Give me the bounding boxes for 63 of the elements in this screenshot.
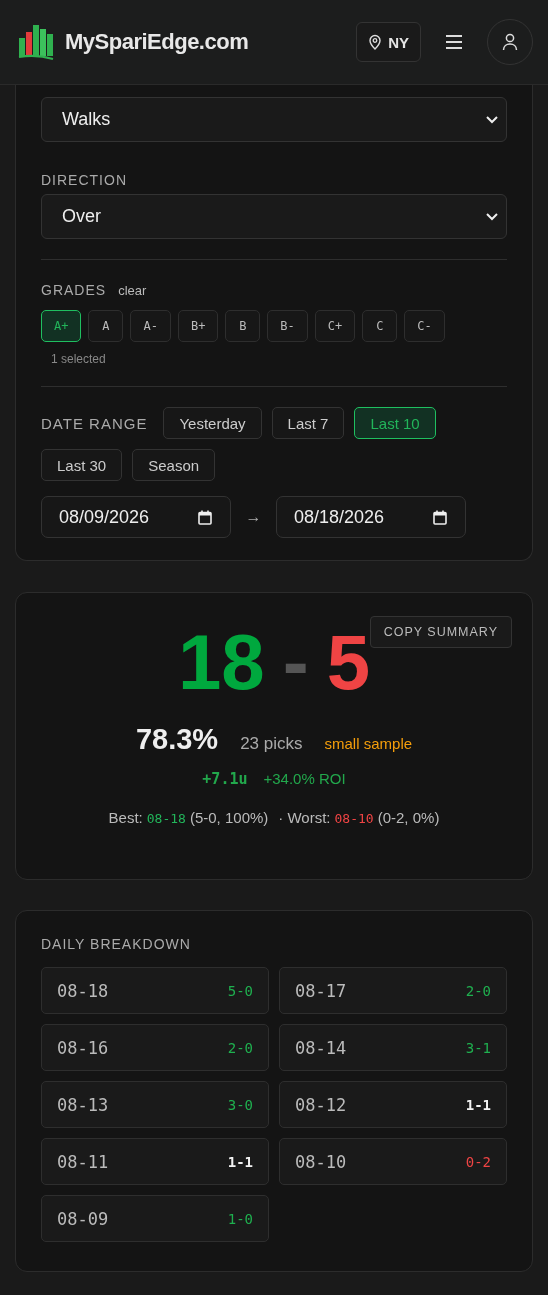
direction-select[interactable]: Over bbox=[41, 194, 507, 239]
chevron-down-icon bbox=[486, 212, 498, 221]
grade-chip[interactable]: B+ bbox=[177, 310, 219, 342]
day-record: 5-0 bbox=[227, 982, 253, 999]
map-pin-icon bbox=[368, 34, 383, 50]
day-date: 08-13 bbox=[57, 1094, 109, 1115]
day-date: 08-11 bbox=[57, 1151, 109, 1172]
calendar-icon bbox=[198, 509, 212, 525]
losses-count: 5 bbox=[326, 623, 371, 701]
grade-chip[interactable]: A+ bbox=[41, 310, 82, 342]
day-record: 1-0 bbox=[227, 1210, 253, 1227]
grade-chip[interactable]: B bbox=[225, 310, 261, 342]
grade-chip[interactable]: C bbox=[362, 310, 398, 342]
menu-icon[interactable] bbox=[445, 35, 463, 49]
section-title: DAILY BREAKDOWN bbox=[41, 936, 192, 952]
site-name[interactable]: MySpariEdge.com bbox=[65, 29, 249, 55]
day-date: 08-16 bbox=[57, 1037, 109, 1058]
day-record: 1-1 bbox=[465, 1096, 491, 1113]
roi-value: +34.0% ROI bbox=[263, 770, 346, 787]
start-date-field[interactable]: 08/09/2026 bbox=[41, 496, 231, 538]
date-preset-button[interactable]: Yesterday bbox=[163, 407, 262, 439]
day-date: 08-09 bbox=[57, 1208, 109, 1229]
day-record: 2-0 bbox=[465, 982, 491, 999]
direction-label: DIRECTION bbox=[41, 172, 128, 188]
chevron-down-icon bbox=[486, 115, 498, 124]
calendar-icon bbox=[433, 509, 447, 525]
day-date: 08-17 bbox=[295, 980, 347, 1001]
day-record: 2-0 bbox=[227, 1039, 253, 1056]
day-date: 08-18 bbox=[57, 980, 109, 1001]
bar-chart-logo-icon bbox=[18, 24, 54, 60]
arrow: → bbox=[244, 508, 263, 526]
win-percentage: 78.3% bbox=[135, 723, 219, 756]
day-date: 08-14 bbox=[295, 1037, 347, 1058]
end-date-field[interactable]: 08/18/2026 bbox=[276, 496, 466, 538]
user-icon bbox=[502, 33, 518, 51]
grades-label: GRADES bbox=[41, 282, 107, 298]
day-record: 3-1 bbox=[465, 1039, 491, 1056]
clear-link[interactable]: clear bbox=[118, 282, 147, 298]
picks-count: 23 picks bbox=[240, 734, 303, 754]
units-value: +7.1u bbox=[202, 770, 248, 788]
date-preset-button[interactable]: Last 10 bbox=[354, 407, 436, 439]
selected-count: 1 selected bbox=[51, 352, 107, 366]
day-record: 0-2 bbox=[465, 1153, 491, 1170]
grade-chip[interactable]: C- bbox=[404, 310, 445, 342]
day-date: 08-10 bbox=[295, 1151, 347, 1172]
wins-count: 18 bbox=[177, 623, 265, 701]
sample-warning: small sample bbox=[324, 735, 413, 752]
date-range-label: DATE RANGE bbox=[41, 414, 148, 432]
score-separator: - bbox=[282, 623, 309, 701]
grade-chip[interactable]: B- bbox=[267, 310, 308, 342]
grade-chip[interactable]: C+ bbox=[314, 310, 356, 342]
day-record: 1-1 bbox=[227, 1153, 253, 1170]
date-preset-button[interactable]: Last 7 bbox=[271, 407, 345, 439]
best-worst-summary: Best: 08-18 (5-0, 100%) · Worst: 08-10 (0-2, 0%) bbox=[108, 809, 440, 826]
grade-chip[interactable]: A- bbox=[130, 310, 171, 342]
grade-chip[interactable]: A bbox=[88, 310, 124, 342]
date-preset-button[interactable]: Last 30 bbox=[41, 449, 123, 481]
day-record: 3-0 bbox=[227, 1096, 253, 1113]
copy-summary-button[interactable]: COPY SUMMARY bbox=[369, 616, 512, 648]
date-preset-button[interactable]: Season bbox=[132, 449, 216, 481]
market-select[interactable]: Walks bbox=[41, 97, 507, 142]
location-button[interactable]: NY bbox=[356, 22, 421, 62]
day-date: 08-12 bbox=[295, 1094, 347, 1115]
